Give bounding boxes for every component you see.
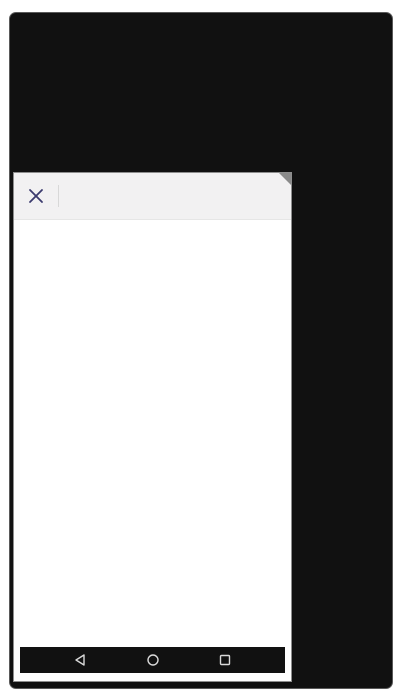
toolbar-divider bbox=[58, 185, 59, 207]
device-frame bbox=[9, 12, 393, 689]
content-area bbox=[14, 220, 291, 681]
home-button[interactable] bbox=[140, 647, 166, 673]
top-toolbar bbox=[14, 173, 291, 220]
close-icon bbox=[29, 189, 43, 203]
app-window bbox=[13, 172, 292, 682]
corner-fold bbox=[278, 173, 291, 186]
navigation-bar bbox=[20, 647, 285, 673]
recents-button[interactable] bbox=[212, 647, 238, 673]
back-button[interactable] bbox=[67, 647, 93, 673]
back-icon bbox=[75, 654, 85, 666]
home-icon bbox=[146, 654, 159, 666]
recents-icon bbox=[220, 654, 231, 666]
close-button[interactable] bbox=[24, 184, 48, 208]
